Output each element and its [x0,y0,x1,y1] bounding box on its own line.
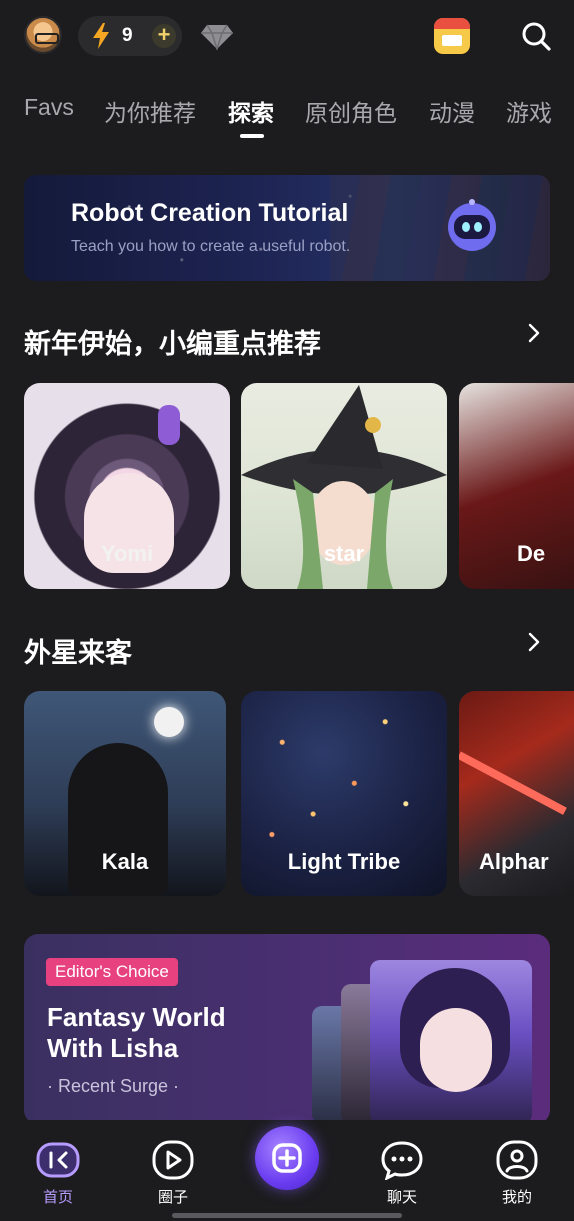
character-card[interactable]: De [459,383,574,589]
editors-choice-badge: Editor's Choice [46,958,178,986]
top-bar: 9 + [0,0,574,78]
robot-icon [448,199,496,251]
tab-anime[interactable]: 动漫 [429,94,475,128]
category-tabs: Favs 为你推荐 探索 原创角色 动漫 游戏 [24,90,574,140]
chevron-right-icon[interactable] [524,632,544,652]
featured-card-row: Yomi star De [24,383,574,589]
character-card[interactable]: star [241,383,447,589]
featured-character-image [370,960,532,1124]
energy-count: 9 [122,25,133,46]
hair-ornament [158,405,180,445]
calendar-icon[interactable] [434,18,470,54]
avatar[interactable] [24,16,62,54]
aliens-card-row: Kala Light Tribe Alphar [24,691,574,896]
profile-icon [496,1140,538,1180]
card-label: Alphar [479,849,549,874]
energy-pill[interactable]: 9 + [78,16,182,56]
card-label: De [517,541,546,566]
laser-beam [459,751,567,815]
editors-choice-title: Fantasy World With Lisha [47,1002,226,1064]
editors-choice-card[interactable]: Editor's Choice Fantasy World With Lisha… [24,934,550,1124]
character-card[interactable]: Alphar [459,691,574,896]
card-label: Kala [101,849,149,874]
search-icon[interactable] [520,20,552,52]
bottom-navigation: 首页 圈子 聊天 我的 [0,1120,574,1221]
nav-home[interactable]: 首页 [18,1120,98,1220]
tab-games[interactable]: 游戏 [506,94,552,128]
tutorial-banner[interactable]: Robot Creation Tutorial Teach you how to… [24,175,550,281]
plus-icon[interactable]: + [152,24,176,48]
bolt-icon [93,23,109,49]
diamond-icon[interactable] [200,24,234,50]
section-title-aliens: 外星来客 [24,638,132,668]
moon [154,707,184,737]
character-card[interactable]: Kala [24,691,226,896]
character-card[interactable]: Yomi [24,383,230,589]
editors-choice-subtitle: · Recent Surge · [47,1076,180,1096]
editors-choice-title-line1: Fantasy World [47,1002,226,1032]
nav-circle[interactable]: 圈子 [133,1120,213,1220]
add-icon[interactable] [255,1126,319,1190]
active-tab-indicator [240,134,264,138]
tab-favs[interactable]: Favs [24,94,74,121]
tab-explore[interactable]: 探索 [228,94,274,128]
banner-collage [330,175,550,281]
nav-chat[interactable]: 聊天 [362,1120,442,1220]
nav-label: 我的 [501,1189,532,1206]
card-label: Yomi [100,541,154,566]
plus-glyph [272,1143,302,1173]
play-icon [152,1140,194,1180]
nav-profile[interactable]: 我的 [477,1120,557,1220]
nav-label: 聊天 [386,1189,417,1206]
home-icon [36,1142,80,1178]
chat-icon [381,1141,423,1180]
nav-label: 首页 [42,1189,73,1206]
banner-title: Robot Creation Tutorial [71,199,349,227]
nav-label: 圈子 [157,1189,188,1206]
character-face [420,1008,492,1092]
tab-original-characters[interactable]: 原创角色 [305,94,397,128]
character-card[interactable]: Light Tribe [241,691,447,896]
card-label: star [323,541,365,566]
editors-choice-title-line2: With Lisha [47,1033,179,1063]
banner-subtitle: Teach you how to create a useful robot. [71,238,351,255]
home-indicator [172,1213,402,1218]
card-label: Light Tribe [287,849,401,874]
tab-recommended[interactable]: 为你推荐 [104,94,196,128]
section-title-featured: 新年伊始，小编重点推荐 [24,329,321,359]
chevron-right-icon[interactable] [524,323,544,343]
